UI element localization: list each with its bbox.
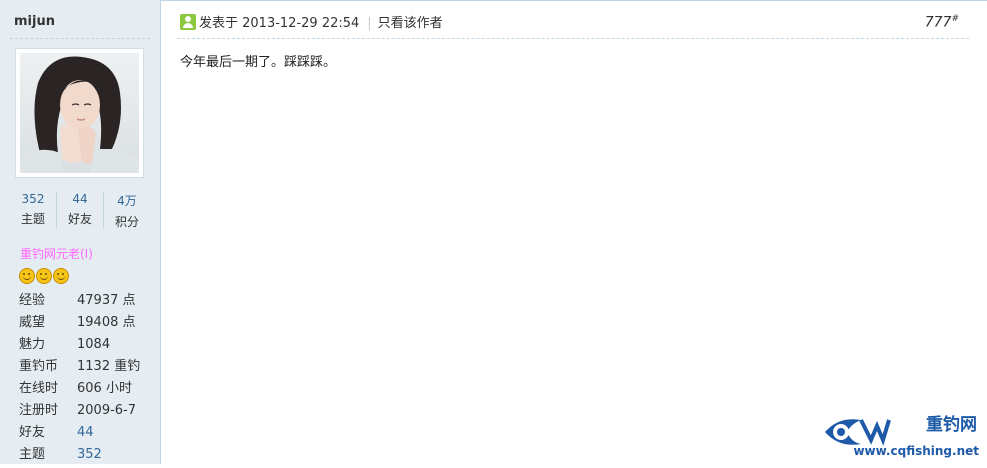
stat-points[interactable]: 4万 积分 [104,192,150,230]
stat-friends[interactable]: 44 好友 [57,192,103,227]
smiley-icon [53,268,69,284]
site-title: 重钓网 [926,415,977,435]
smiley-icon [19,268,35,284]
smiley-icon [36,268,52,284]
info-row-prestige: 威望 19408 点 [19,315,136,330]
user-group[interactable]: 重钓网元老(I) [20,245,93,262]
info-row-threads: 主题 352 [19,447,102,462]
post-time: 发表于 2013-12-29 22:54 [199,16,360,31]
info-row-charm: 魅力 1084 [19,337,111,352]
divider [177,38,969,39]
site-watermark: 重钓网 www.cqfishing.net [821,408,979,458]
info-row-online-time: 在线时 606 小时 [19,381,132,396]
author-only-link[interactable]: 只看该作者 [378,16,443,31]
post-content: 今年最后一期了。踩踩踩。 [180,55,337,70]
info-row-registered: 注册时 2009-6-7 [19,403,137,418]
divider [10,38,150,39]
fish-logo-icon [825,419,891,446]
user-online-icon [180,14,196,30]
post-main: 发表于 2013-12-29 22:54 | 只看该作者 777# 今年最后一期了。… [161,0,987,464]
divider [161,0,987,1]
author-username[interactable]: mijun [14,14,55,29]
separator: | [367,16,372,31]
avatar[interactable] [20,53,139,173]
post-header: 发表于 2013-12-29 22:54 | 只看该作者 [180,14,443,32]
site-url: www.cqfishing.net [853,444,979,458]
rank-stars [19,268,70,284]
author-stats: 352 主题 44 好友 4万 积分 [10,192,150,230]
info-row-coins: 重钓币 1132 重钓 [19,359,141,374]
avatar-frame [15,48,144,178]
info-row-friends: 好友 44 [19,425,94,440]
author-info: 经验 47937 点 威望 19408 点 魅力 1084 重钓币 1132 重钓 在线… [19,292,159,468]
info-row-experience: 经验 47937 点 [19,293,136,308]
floor-number[interactable]: 777# [925,14,959,31]
stat-threads[interactable]: 352 主题 [10,192,56,227]
author-sidebar: mijun 352 主题 44 好友 4万 积分 重钓网元老(I) 经验 479… [0,0,161,464]
